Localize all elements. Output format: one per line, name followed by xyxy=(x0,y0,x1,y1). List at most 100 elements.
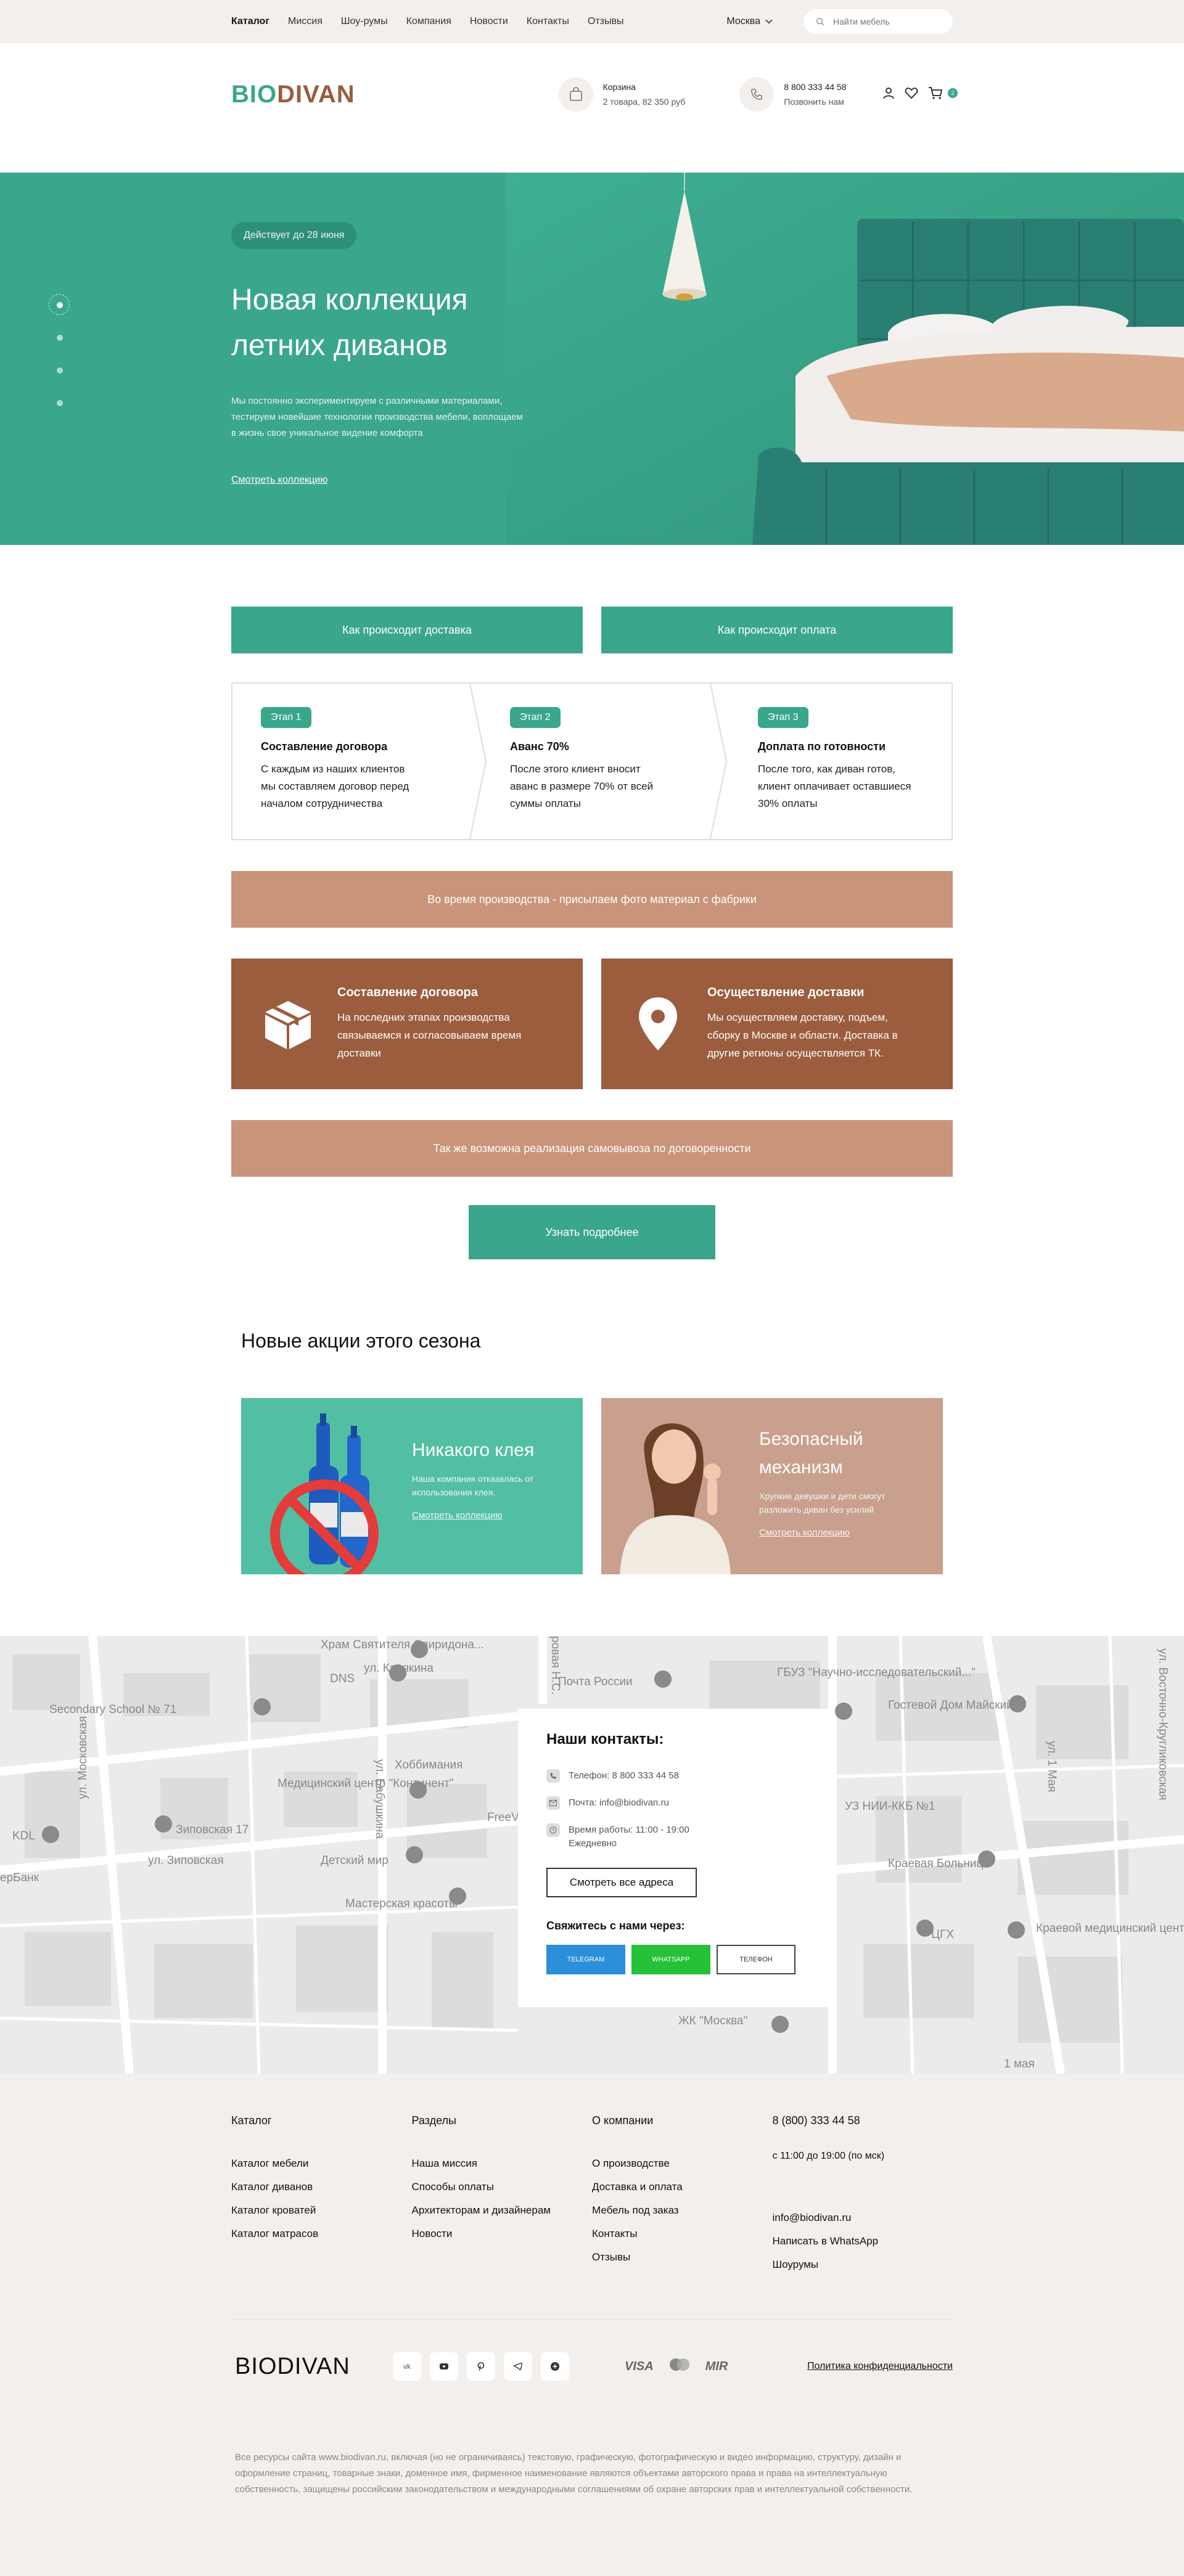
whatsapp-button[interactable]: WHATSAPP xyxy=(631,1945,710,1974)
map-label: ул. Восточно-Кругликовская xyxy=(1156,1648,1169,1801)
city-selector[interactable]: Москва xyxy=(726,16,773,27)
footer-link[interactable]: Архитекторам и дизайнерам xyxy=(412,2199,593,2222)
map-label: ЖК "Москва" xyxy=(678,2014,747,2027)
footer-logo[interactable]: BIODIVAN xyxy=(231,2353,393,2380)
promos-title: Новые акции этого сезона xyxy=(241,1330,481,1352)
map[interactable]: Храм Святителя Спиридона... DNS ул. Каря… xyxy=(0,1636,1184,2074)
nav-reviews[interactable]: Отзывы xyxy=(588,16,624,27)
footer-showrooms-link[interactable]: Шоурумы xyxy=(773,2253,953,2276)
heart-icon[interactable] xyxy=(905,87,918,102)
card-text: Мы осуществляем доставку, подъем, сборку… xyxy=(707,1012,898,1059)
footer-whatsapp-link[interactable]: Написать в WhatsApp xyxy=(773,2230,953,2253)
nav-catalog[interactable]: Каталог xyxy=(231,16,269,27)
footer-link[interactable]: О производстве xyxy=(592,2152,773,2175)
location-pin-icon xyxy=(630,996,686,1052)
stage-3: Этап 3 Доплата по готовности После того,… xyxy=(704,684,952,839)
pinterest-icon[interactable] xyxy=(467,2352,495,2381)
map-label: ул. Бабушкина xyxy=(373,1759,386,1839)
nav-mission[interactable]: Миссия xyxy=(288,16,323,27)
promo-title: Безопасный механизм xyxy=(759,1429,863,1478)
call-us-link[interactable]: Позвонить нам xyxy=(784,94,846,109)
user-icon[interactable] xyxy=(882,87,895,102)
nav-showrooms[interactable]: Шоу-румы xyxy=(341,16,388,27)
promo-link[interactable]: Смотреть коллекцию xyxy=(759,1527,919,1538)
slider-dot-3[interactable] xyxy=(57,367,63,374)
learn-more-button[interactable]: Узнать подробнее xyxy=(469,1205,715,1259)
plus-icon[interactable] xyxy=(541,2352,569,2381)
cart-sub: 2 товара, 82 350 руб xyxy=(602,97,686,107)
vk-icon[interactable]: vk xyxy=(393,2352,421,2381)
search-box xyxy=(804,9,953,34)
city-label: Москва xyxy=(726,16,760,27)
footer-link[interactable]: Отзывы xyxy=(592,2246,773,2269)
tab-delivery[interactable]: Как происходит доставка xyxy=(231,607,583,653)
stage-title: Составление договора xyxy=(261,740,388,753)
hero-title-line2: летних диванов xyxy=(231,329,448,362)
stage-text: С каждым из наших клиентов мы составляем… xyxy=(261,763,409,809)
visa-logo: VISA xyxy=(625,2359,654,2373)
footer-link[interactable]: Каталог кроватей xyxy=(231,2199,412,2222)
nav-news[interactable]: Новости xyxy=(470,16,508,27)
nav-company[interactable]: Компания xyxy=(406,16,451,27)
hero-title-line1: Новая коллекция xyxy=(231,284,468,316)
promo-link[interactable]: Смотреть коллекцию xyxy=(412,1510,572,1521)
map-label: KDL xyxy=(12,1830,35,1842)
footer-link[interactable]: Способы оплаты xyxy=(412,2175,593,2199)
logo[interactable]: BIODIVAN xyxy=(231,81,355,108)
clock-icon xyxy=(546,1823,560,1837)
phone-block[interactable]: 8 800 333 44 58 Позвонить нам xyxy=(739,77,846,112)
map-label: Медицинский центр "Континент" xyxy=(278,1777,454,1790)
tab-payment[interactable]: Как происходит оплата xyxy=(601,607,953,653)
card-delivery: Осуществление доставки Мы осуществляем до… xyxy=(601,959,953,1089)
footer-link[interactable]: Новости xyxy=(412,2222,593,2246)
footer-hours: с 11:00 до 19:00 (по мск) xyxy=(772,2151,885,2161)
info-bar-pickup: Так же возможна реализация самовывоза по… xyxy=(231,1120,953,1177)
promo-no-glue[interactable]: Никакого клея Наша компания отказалась о… xyxy=(241,1398,583,1574)
telegram-icon[interactable] xyxy=(504,2352,532,2381)
header-phone: 8 800 333 44 58 xyxy=(784,82,847,92)
top-bar: Каталог Миссия Шоу-румы Компания Новости… xyxy=(0,0,1184,43)
map-label: ерБанк xyxy=(0,1871,39,1884)
phone-button[interactable]: ТЕЛЕФОН xyxy=(717,1945,796,1974)
hero-collection-link[interactable]: Смотреть коллекцию xyxy=(231,475,327,486)
footer-link[interactable]: Каталог диванов xyxy=(231,2175,412,2199)
mail-icon xyxy=(546,1796,560,1810)
woman-photo xyxy=(601,1398,749,1574)
delivery-section: Как происходит доставка Как происходит о… xyxy=(231,545,953,1259)
footer-link[interactable]: Контакты xyxy=(592,2222,773,2246)
map-label: Краевая Больница xyxy=(888,1857,990,1870)
slider-dot-2[interactable] xyxy=(57,335,63,341)
slider-dot-4[interactable] xyxy=(57,400,63,406)
footer-link[interactable]: Каталог матрасов xyxy=(231,2222,412,2246)
slider-dot-1[interactable] xyxy=(49,294,70,315)
stage-text: После того, как диван готов, клиент опла… xyxy=(758,763,911,809)
footer-email[interactable]: info@biodivan.ru xyxy=(773,2206,953,2230)
contact-hours-row: Время работы: 11:00 - 19:00 Ежедневно xyxy=(546,1823,802,1850)
footer-link[interactable]: Каталог мебели xyxy=(231,2152,412,2175)
mastercard-logo xyxy=(668,2358,691,2375)
contact-phone-row[interactable]: Телефон: 8 800 333 44 58 xyxy=(546,1769,802,1783)
footer-link[interactable]: Наша миссия xyxy=(412,2152,593,2175)
stage-tag: Этап 2 xyxy=(510,707,561,728)
all-addresses-button[interactable]: Смотреть все адреса xyxy=(546,1868,697,1897)
map-label: Secondary School № 71 xyxy=(49,1703,176,1716)
contact-email-row[interactable]: Почта: info@biodivan.ru xyxy=(546,1796,802,1810)
footer-phone[interactable]: 8 (800) 333 44 58 xyxy=(773,2114,953,2127)
map-label: Мастерская красоты xyxy=(345,1897,458,1910)
footer-link[interactable]: Мебель под заказ xyxy=(592,2199,773,2222)
privacy-policy-link[interactable]: Политика конфиденциальности xyxy=(807,2361,953,2372)
nav-contacts[interactable]: Контакты xyxy=(527,16,569,27)
top-nav: Каталог Миссия Шоу-румы Компания Новости… xyxy=(231,16,623,27)
footer-link[interactable]: Доставка и оплата xyxy=(592,2175,773,2199)
youtube-icon[interactable] xyxy=(430,2352,458,2381)
contact-phone: Телефон: 8 800 333 44 58 xyxy=(569,1770,679,1781)
search-input[interactable] xyxy=(833,17,938,27)
contact-hours: Время работы: 11:00 - 19:00 xyxy=(569,1825,689,1835)
cart-icon[interactable]: 2 xyxy=(928,86,958,103)
promo-safe-mechanism[interactable]: Безопасный механизм Хрупкие девушки и де… xyxy=(601,1398,943,1574)
footer-col-title: Каталог xyxy=(231,2114,272,2127)
cart-summary[interactable]: Корзина 2 товара, 82 350 руб xyxy=(558,77,686,112)
telegram-button[interactable]: TELEGRAM xyxy=(546,1945,625,1974)
map-label: Почта России xyxy=(558,1675,633,1688)
header: BIODIVAN Корзина 2 товара, 82 350 руб 8 8… xyxy=(0,43,1184,173)
